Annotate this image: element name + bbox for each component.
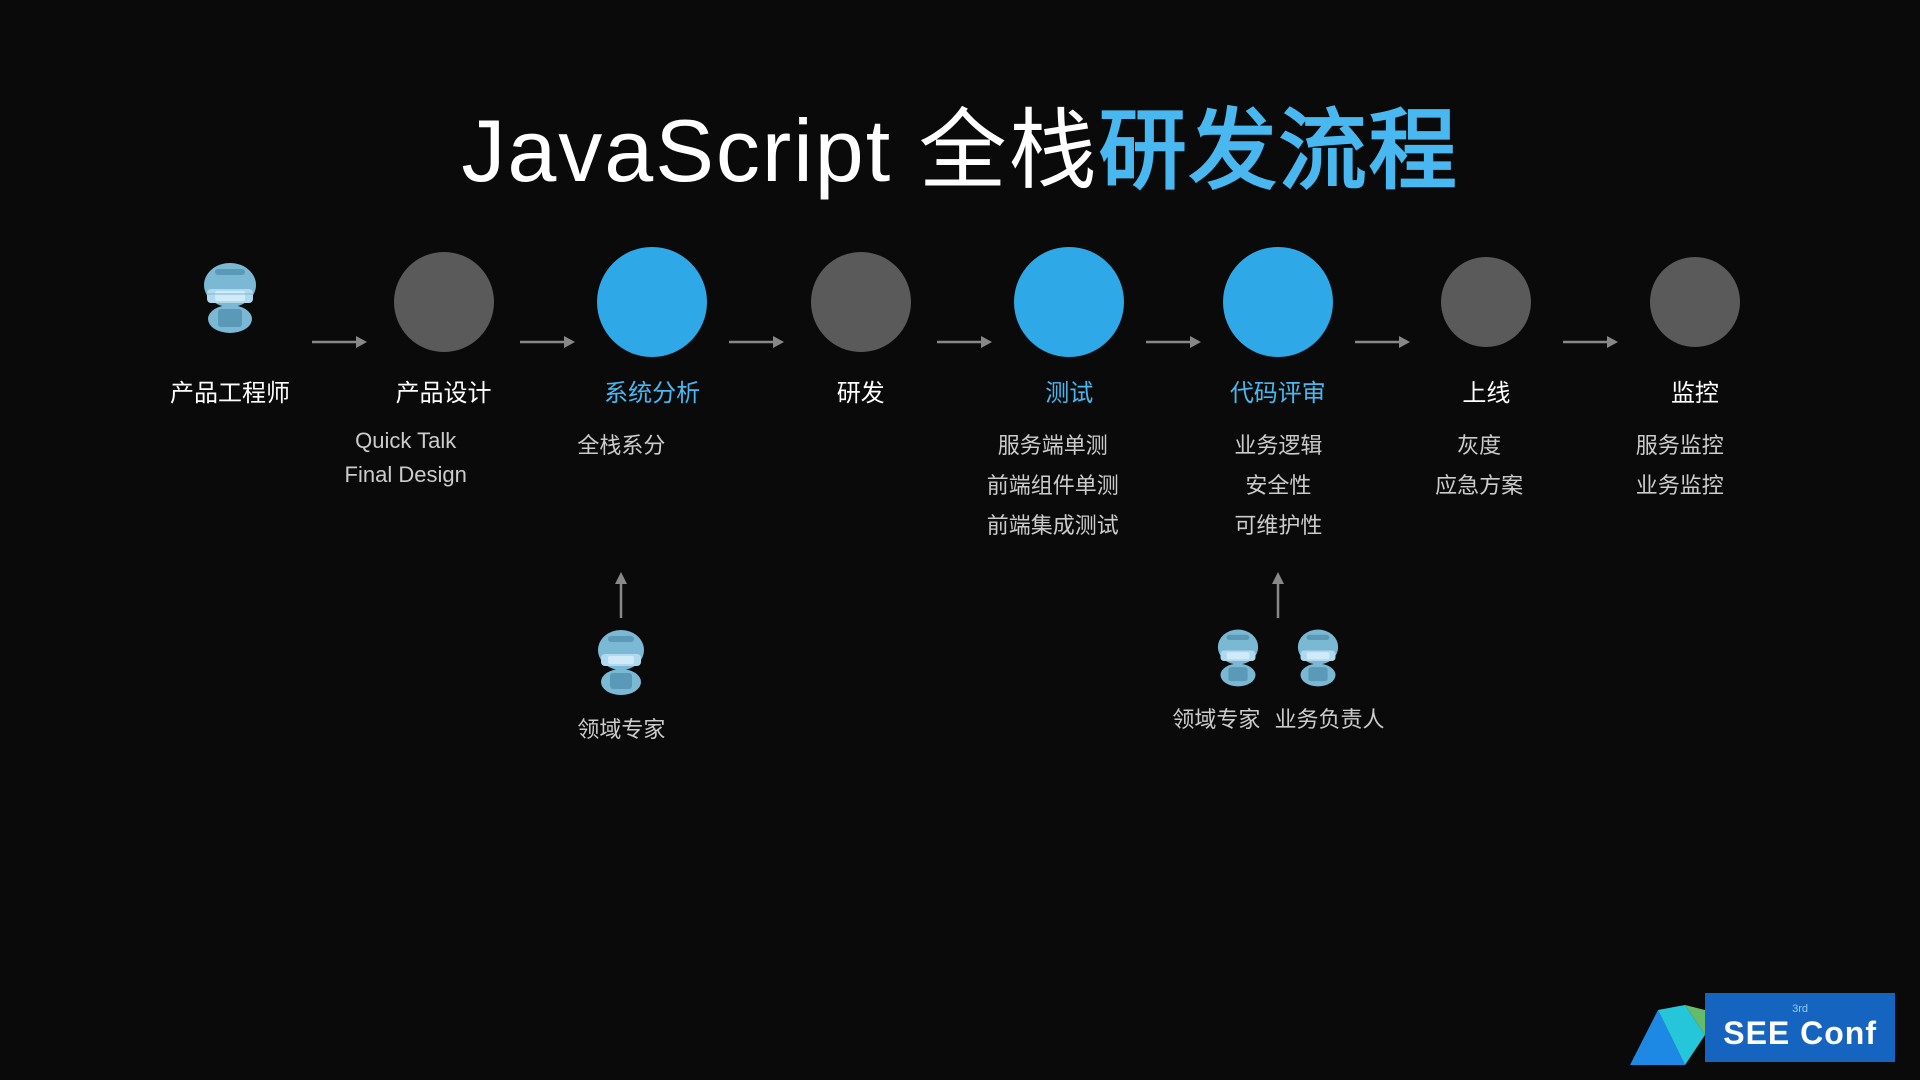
- sub-jiankong-1: 服务监控: [1636, 428, 1724, 460]
- yanfa-label: 研发: [837, 373, 885, 408]
- bottom-daima-review: 领域专家 业务负责人: [1208, 570, 1348, 734]
- see-conf-text: SEE Conf: [1723, 1015, 1877, 1052]
- sub-ceshi-1: 服务端单测: [998, 428, 1108, 460]
- sub-jiankong: 服务监控 业务监控: [1610, 428, 1750, 500]
- slide-title: JavaScript 全栈研发流程: [461, 80, 1458, 207]
- chanpin-engineer-icon: [175, 247, 285, 357]
- sub-ceshi: 服务端单测 前端组件单测 前端集成测试: [973, 428, 1133, 540]
- expert-label-xitong: 领域专家: [577, 712, 665, 744]
- chanpin-design-label: 产品设计: [396, 373, 492, 408]
- node-yanfa: 研发: [806, 247, 916, 408]
- shangxian-label: 上线: [1462, 373, 1510, 408]
- daima-review-label: 代码评审: [1230, 373, 1326, 408]
- up-arrow-xitong: [609, 570, 633, 620]
- arrow-1: [312, 332, 367, 408]
- xitong-analysis-label: 系统分析: [604, 373, 700, 408]
- node-xitong-analysis: 系统分析: [597, 247, 707, 408]
- sub-chanpin-design: Quick Talk Final Design: [336, 428, 476, 488]
- title-area: JavaScript 全栈研发流程: [461, 80, 1458, 207]
- sub-chanpin-design-2: Final Design: [345, 462, 467, 488]
- two-expert-labels: 领域专家 业务负责人: [1172, 702, 1384, 734]
- arrow-7: [1563, 332, 1618, 408]
- sub-jiankong-2: 业务监控: [1636, 468, 1724, 500]
- arrow-5: [1146, 332, 1201, 408]
- node-shangxian: 上线: [1431, 247, 1541, 408]
- circle-daima-review: [1223, 247, 1333, 357]
- see-conf-sub: 3rd: [1792, 1003, 1808, 1015]
- circle-jiankong: [1650, 257, 1740, 347]
- ceshi-label: 测试: [1045, 373, 1093, 408]
- up-arrow-daima: [1266, 570, 1290, 620]
- circle-chanpin-design: [394, 252, 494, 352]
- main-flow-row: 产品工程师 产品设计 系统分析: [110, 247, 1810, 408]
- sub-daima-review-3: 可维护性: [1234, 508, 1322, 540]
- arrow-3: [729, 332, 784, 408]
- sub-ceshi-3: 前端集成测试: [987, 508, 1119, 540]
- sub-shangxian-1: 灰度: [1457, 428, 1501, 460]
- circle-xitong-analysis: [597, 247, 707, 357]
- chanpin-engineer-label: 产品工程师: [170, 373, 290, 408]
- sub-daima-review-2: 安全性: [1245, 468, 1311, 500]
- see-conf-badge: 3rd SEE Conf: [1630, 990, 1895, 1065]
- slide-container: JavaScript 全栈研发流程: [0, 0, 1920, 1080]
- sub-ceshi-2: 前端组件单测: [987, 468, 1119, 500]
- sub-xitong-analysis-1: 全栈系分: [577, 428, 665, 460]
- bottom-xitong-analysis: 领域专家: [551, 570, 691, 744]
- expert-icon-biz: [1283, 626, 1353, 696]
- sub-chanpin-design-1: Quick Talk: [355, 428, 456, 454]
- node-chanpin-design: 产品设计: [389, 247, 499, 408]
- node-jiankong: 监控: [1640, 247, 1750, 408]
- expert-label-domain: 领域专家: [1172, 702, 1260, 734]
- arrow-4: [937, 332, 992, 408]
- arrow-6: [1355, 332, 1410, 408]
- node-chanpin-engineer: 产品工程师: [170, 247, 290, 408]
- jiankong-label: 监控: [1671, 373, 1719, 408]
- circle-ceshi: [1014, 247, 1124, 357]
- arrow-2: [520, 332, 575, 408]
- node-daima-review: 代码评审: [1223, 247, 1333, 408]
- two-experts: [1203, 626, 1353, 696]
- title-part2: 研发流程: [1099, 101, 1459, 200]
- see-conf-logo-icon: [1630, 990, 1705, 1065]
- node-ceshi: 测试: [1014, 247, 1124, 408]
- circle-yanfa: [811, 252, 911, 352]
- sub-shangxian: 灰度 应急方案: [1424, 428, 1534, 500]
- expert-label-biz: 业务负责人: [1274, 702, 1384, 734]
- expert-icon-domain: [1203, 626, 1273, 696]
- sub-daima-review: 业务逻辑 安全性 可维护性: [1208, 428, 1348, 540]
- circle-shangxian: [1441, 257, 1531, 347]
- see-conf-text-box: 3rd SEE Conf: [1705, 993, 1895, 1062]
- title-part1: JavaScript 全栈: [461, 101, 1098, 200]
- expert-icon-xitong: [581, 626, 661, 706]
- sub-xitong-analysis: 全栈系分: [551, 428, 691, 460]
- sub-daima-review-1: 业务逻辑: [1234, 428, 1322, 460]
- sub-shangxian-2: 应急方案: [1435, 468, 1523, 500]
